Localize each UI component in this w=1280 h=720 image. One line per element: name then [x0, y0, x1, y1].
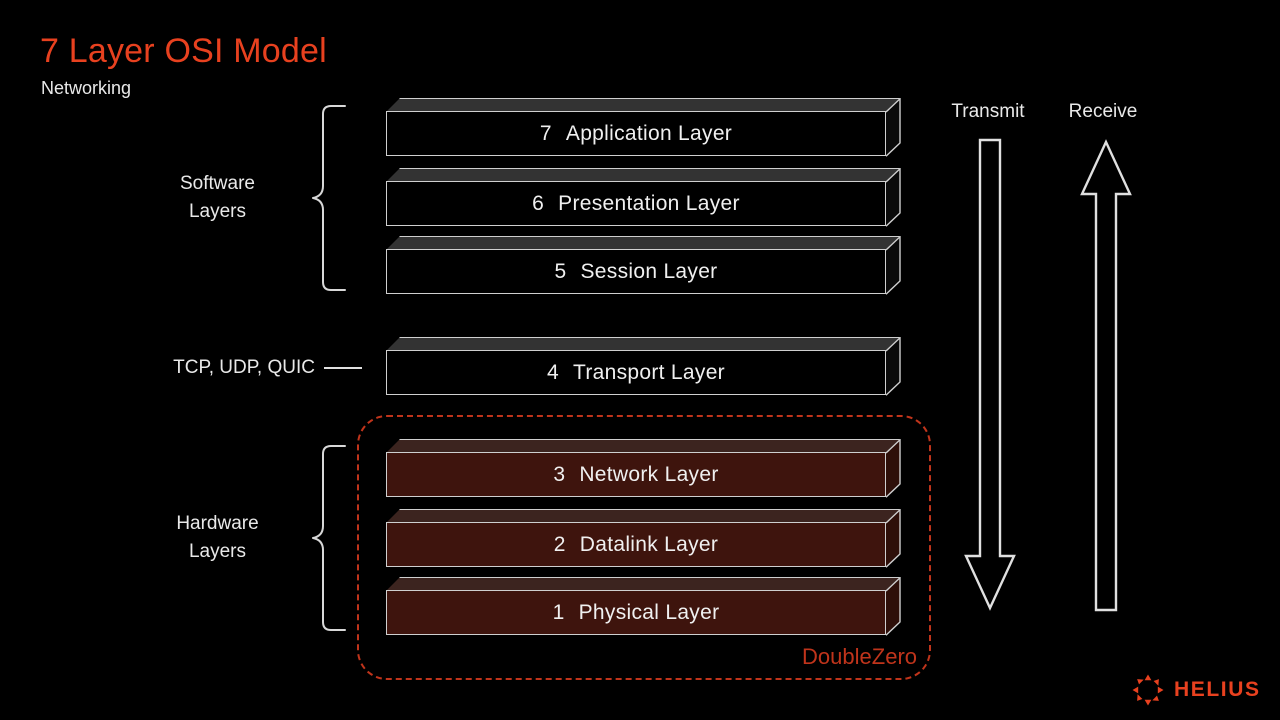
layer-box-1[interactable]: 1 Physical Layer [386, 577, 901, 636]
layer-front-face: 1 Physical Layer [386, 590, 886, 635]
layer-box-4[interactable]: 4 Transport Layer [386, 337, 901, 396]
layer-label: 4 Transport Layer [547, 361, 725, 385]
layer-box-6[interactable]: 6 Presentation Layer [386, 168, 901, 227]
software-layers-label: Software Layers [180, 173, 255, 222]
hardware-layers-label: Hardware Layers [176, 513, 259, 562]
layer-label: 5 Session Layer [555, 260, 718, 284]
layer-box-5[interactable]: 5 Session Layer [386, 236, 901, 295]
layer-front-face: 6 Presentation Layer [386, 181, 886, 226]
helius-logo: HELIUS [1132, 670, 1272, 710]
layer-number: 7 [539, 121, 552, 145]
layer-number: 6 [532, 191, 545, 215]
layer-label: 7 Application Layer [540, 122, 732, 146]
layer-label: 6 Presentation Layer [532, 192, 740, 216]
layer-front-face: 2 Datalink Layer [386, 522, 886, 567]
layer-box-7[interactable]: 7 Application Layer [386, 98, 901, 157]
helius-wordmark: HELIUS [1174, 678, 1261, 701]
layer-name: Session Layer [580, 259, 718, 283]
transport-connector-line [324, 367, 362, 369]
receive-label: Receive [1068, 101, 1138, 122]
layer-name: Physical Layer [578, 600, 720, 624]
layer-front-face: 5 Session Layer [386, 249, 886, 294]
layer-number: 1 [552, 600, 565, 624]
layer-name: Transport Layer [573, 360, 725, 384]
layer-name: Application Layer [565, 121, 733, 145]
receive-arrow-up-icon [1078, 138, 1134, 616]
layer-label: 1 Physical Layer [553, 601, 720, 625]
layer-box-2[interactable]: 2 Datalink Layer [386, 509, 901, 568]
layer-label: 3 Network Layer [553, 463, 718, 487]
layer-number: 3 [553, 462, 566, 486]
transport-protocols-label: TCP, UDP, QUIC [173, 357, 315, 378]
page-subtitle: Networking [41, 78, 132, 98]
layer-front-face: 7 Application Layer [386, 111, 886, 156]
layer-box-3[interactable]: 3 Network Layer [386, 439, 901, 498]
layer-front-face: 3 Network Layer [386, 452, 886, 497]
layer-name: Presentation Layer [558, 191, 740, 215]
doublezero-label: DoubleZero [802, 644, 917, 669]
layer-front-face: 4 Transport Layer [386, 350, 886, 395]
page-title: 7 Layer OSI Model [40, 32, 327, 70]
layer-label: 2 Datalink Layer [554, 533, 718, 557]
layer-number: 5 [554, 259, 567, 283]
slide-canvas: 7 Layer OSI Model Networking DoubleZero … [0, 0, 1280, 720]
layer-number: 4 [547, 360, 560, 384]
layer-number: 2 [553, 532, 566, 556]
layer-name: Network Layer [579, 462, 719, 486]
transmit-arrow-down-icon [962, 138, 1018, 616]
layer-name: Datalink Layer [579, 532, 719, 556]
sun-burst-icon [1132, 674, 1164, 706]
